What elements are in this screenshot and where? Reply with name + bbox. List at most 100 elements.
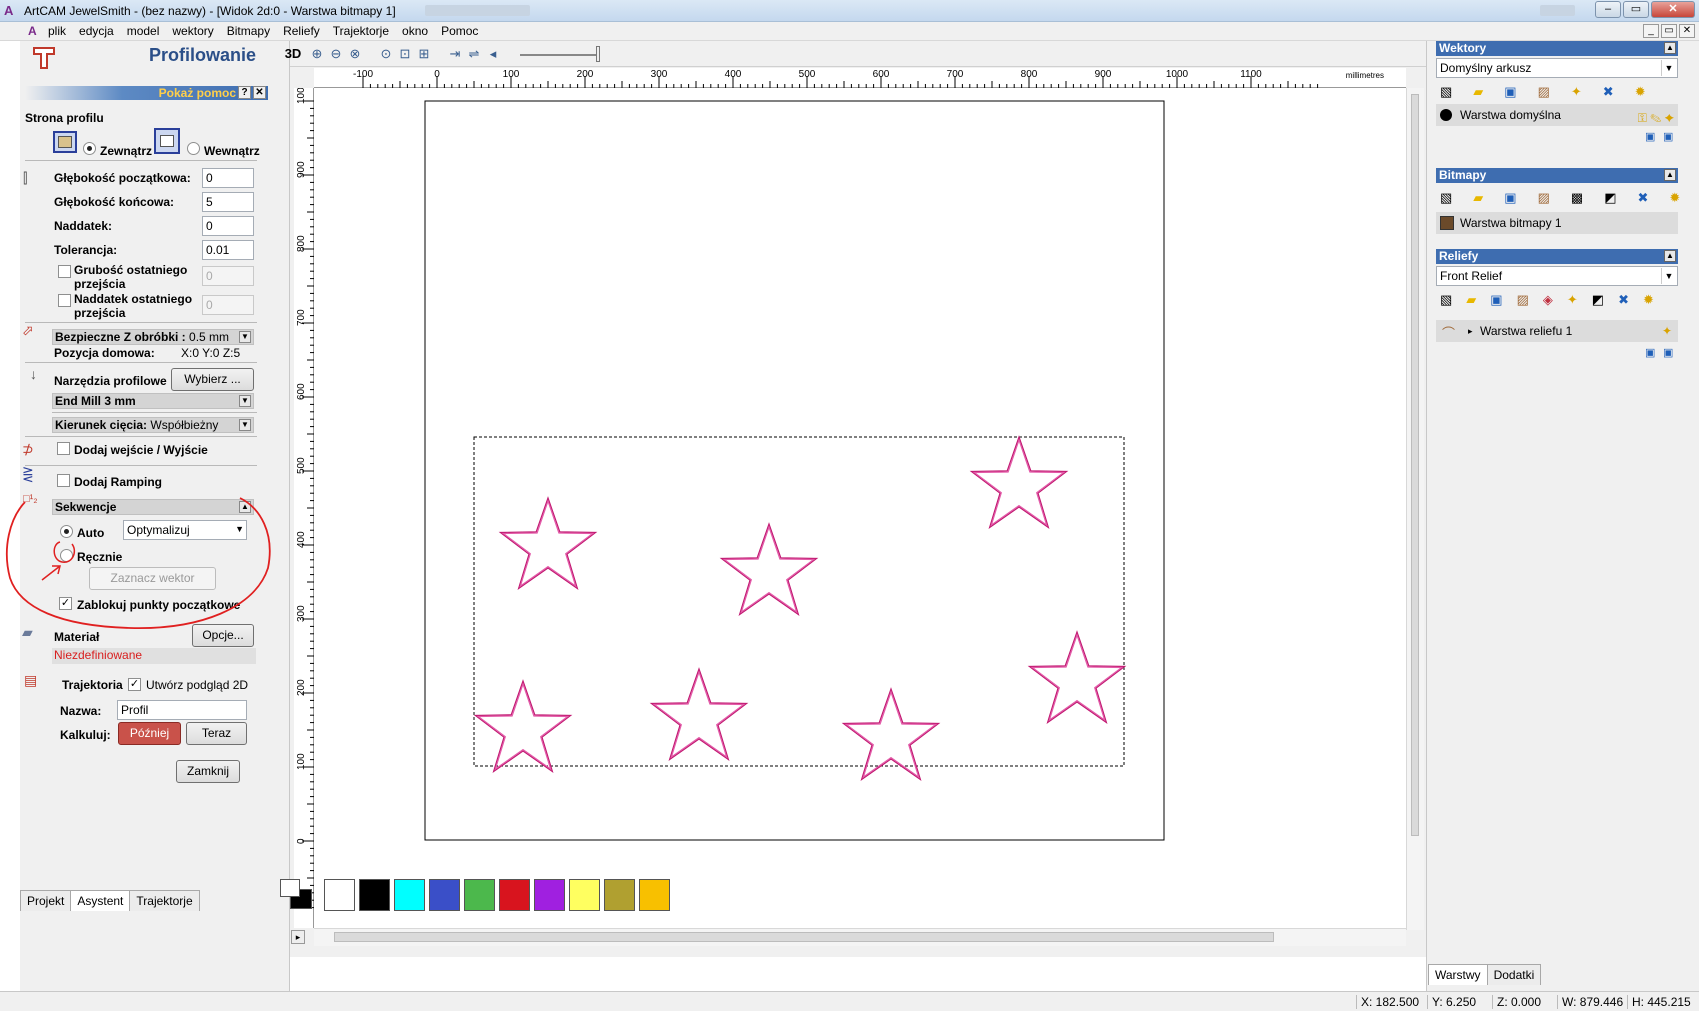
help-close-button[interactable]: ✕ — [253, 86, 266, 99]
image-icon[interactable]: ◩ — [1604, 190, 1616, 206]
menu-wektory[interactable]: wektory — [172, 24, 213, 38]
expand-icon[interactable]: ▸ — [1468, 320, 1473, 342]
save-icon[interactable]: ▣ — [1504, 84, 1516, 100]
options-button[interactable]: Opcje... — [192, 624, 254, 647]
collapse-up-icon[interactable]: ▲ — [1664, 42, 1676, 54]
cut-direction-bar[interactable]: Kierunek cięcia: Współbieżny ▼ — [52, 417, 254, 433]
bitmaps-layer-row[interactable]: Warstwa bitmapy 1 — [1436, 212, 1678, 234]
pan-icon[interactable]: ⇥ — [447, 46, 463, 62]
lock-icon[interactable]: ⚿ ✎ ✦ — [1638, 107, 1674, 129]
zoom-region-icon[interactable]: ⊙ — [378, 46, 394, 62]
new-icon[interactable]: ▧ — [1440, 190, 1452, 206]
visibility-icon[interactable]: ✹ — [1669, 190, 1680, 206]
color-swatch[interactable] — [569, 879, 600, 911]
new-icon[interactable]: ▧ — [1440, 84, 1452, 100]
import-icon[interactable]: ▨ — [1538, 84, 1550, 100]
reliefs-layer-row[interactable]: ⌒ ▸ Warstwa reliefu 1 ✦ — [1436, 320, 1678, 342]
later-button[interactable]: Później — [118, 722, 181, 745]
color-swatch[interactable] — [464, 879, 495, 911]
menu-edycja[interactable]: edycja — [79, 24, 114, 38]
open-icon[interactable]: ▰ — [1473, 190, 1483, 206]
tool-bar[interactable]: End Mill 3 mm ▼ — [52, 393, 254, 409]
menu-okno[interactable]: okno — [402, 24, 428, 38]
visibility-icon[interactable]: ✹ — [1635, 84, 1646, 100]
zoom-out-icon[interactable]: ⊖ — [328, 46, 344, 62]
show-help-link[interactable]: Pokaż pomoc — [159, 86, 236, 100]
menu-plik[interactable]: plik — [48, 24, 66, 38]
add-ramping-checkbox[interactable] — [57, 474, 70, 487]
now-button[interactable]: Teraz — [186, 722, 247, 745]
final-pass-allowance-checkbox[interactable] — [58, 294, 71, 307]
mdi-minimize-button[interactable]: _ — [1643, 24, 1659, 38]
view-3d-button[interactable]: 3D — [280, 46, 306, 62]
minimize-button[interactable]: – — [1595, 1, 1621, 18]
import-icon[interactable]: ▨ — [1538, 190, 1550, 206]
open-icon[interactable]: ▰ — [1466, 292, 1476, 308]
name-input[interactable]: Profil — [117, 700, 247, 720]
vectors-sheet-select[interactable]: Domyślny arkusz ▼ — [1436, 58, 1678, 78]
delete-icon[interactable]: ✖ — [1637, 190, 1648, 206]
move-down-icon[interactable]: ▣ — [1663, 130, 1673, 143]
zoom-slider-thumb[interactable] — [596, 46, 600, 62]
color-swatch[interactable] — [429, 879, 460, 911]
combine-icon[interactable]: ◈ — [1543, 292, 1553, 308]
visibility-icon[interactable]: ✦ — [1662, 320, 1672, 342]
safe-z-bar[interactable]: Bezpieczne Z obróbki : 0.5 mm ▼ — [52, 329, 254, 345]
open-icon[interactable]: ▰ — [1473, 84, 1483, 100]
zoom-in-icon[interactable]: ⊕ — [309, 46, 325, 62]
delete-icon[interactable]: ✖ — [1618, 292, 1629, 308]
menu-reliefy[interactable]: Reliefy — [283, 24, 320, 38]
zoom-box-icon[interactable]: ⊡ — [397, 46, 413, 62]
final-pass-thickness-checkbox[interactable] — [58, 265, 71, 278]
collapse-up-icon[interactable]: ▲ — [1664, 169, 1676, 181]
horizontal-scroll-thumb[interactable] — [334, 932, 1274, 942]
vertical-scroll-thumb[interactable] — [1411, 94, 1419, 836]
close-panel-button[interactable]: Zamknij — [176, 760, 240, 783]
horizontal-scrollbar[interactable]: ▸ — [291, 928, 1406, 946]
color-swatch[interactable] — [534, 879, 565, 911]
move-up-icon[interactable]: ▣ — [1645, 130, 1655, 143]
radio-inside[interactable] — [187, 142, 200, 155]
back-icon[interactable]: ◂ — [485, 46, 501, 62]
import-icon[interactable]: ▨ — [1517, 292, 1529, 308]
reliefs-select[interactable]: Front Relief ▼ — [1436, 266, 1678, 286]
light-icon[interactable]: ✦ — [1571, 84, 1582, 100]
tab-projekt[interactable]: Projekt — [20, 890, 72, 911]
visibility-icon[interactable]: ✹ — [1643, 292, 1654, 308]
tab-trajektorje[interactable]: Trajektorje — [129, 890, 200, 911]
tab-asystent[interactable]: Asystent — [70, 890, 131, 911]
menu-pomoc[interactable]: Pomoc — [441, 24, 478, 38]
move-down-icon[interactable]: ▣ — [1663, 346, 1673, 359]
color-swatch[interactable] — [639, 879, 670, 911]
scroll-right-icon[interactable]: ▸ — [291, 930, 305, 944]
chevron-down-icon[interactable]: ▼ — [239, 395, 251, 407]
chevron-down-icon[interactable]: ▼ — [1661, 60, 1676, 76]
tab-warstwy[interactable]: Warstwy — [1428, 964, 1488, 985]
radio-outside[interactable] — [83, 142, 96, 155]
delete-icon[interactable]: ✖ — [1603, 84, 1614, 100]
move-up-icon[interactable]: ▣ — [1645, 346, 1655, 359]
color-swatch[interactable] — [359, 879, 390, 911]
chevron-down-icon[interactable]: ▼ — [1661, 268, 1676, 284]
light-icon[interactable]: ✦ — [1567, 292, 1578, 308]
drawing-view[interactable] — [314, 88, 1406, 928]
save-icon[interactable]: ▣ — [1490, 292, 1502, 308]
menu-trajektorje[interactable]: Trajektorje — [333, 24, 389, 38]
color-swatch[interactable] — [324, 879, 355, 911]
mdi-restore-button[interactable]: ▭ — [1661, 24, 1677, 38]
collapse-up-icon[interactable]: ▲ — [1664, 250, 1676, 262]
flip-icon[interactable]: ⇌ — [466, 46, 482, 62]
mdi-close-button[interactable]: ✕ — [1679, 24, 1695, 38]
vertical-scrollbar[interactable] — [1406, 88, 1424, 930]
final-pass-thickness-input[interactable]: 0 — [202, 266, 254, 286]
help-question-button[interactable]: ? — [238, 86, 251, 99]
color-swatch[interactable] — [604, 879, 635, 911]
color-swatch[interactable] — [394, 879, 425, 911]
final-pass-allowance-input[interactable]: 0 — [202, 295, 254, 315]
add-lead-checkbox[interactable] — [57, 442, 70, 455]
save-icon[interactable]: ▣ — [1504, 190, 1516, 206]
new-icon[interactable]: ▧ — [1440, 292, 1452, 308]
start-depth-input[interactable]: 0 — [202, 168, 254, 188]
select-tool-button[interactable]: Wybierz ... — [171, 368, 254, 391]
tolerance-input[interactable]: 0.01 — [202, 240, 254, 260]
